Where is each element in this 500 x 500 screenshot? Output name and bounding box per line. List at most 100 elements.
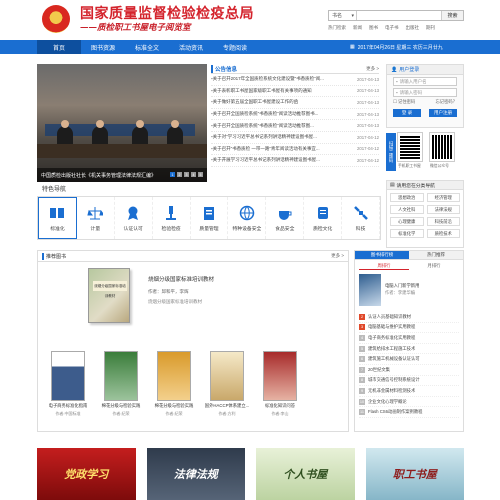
ranking-item[interactable]: 6 建筑施工机械设备认证认可 — [359, 354, 459, 365]
promo-laws[interactable]: 法律法规 — [146, 448, 245, 500]
ranking-item[interactable]: 7 20世纪文集 — [359, 365, 459, 376]
search-scope-select[interactable]: 书名 ▾ — [329, 11, 357, 20]
ranking-item[interactable]: 10 企业文化心理学概论 — [359, 397, 459, 408]
notice-item[interactable]: 关于表彰职工书屋国家级职工书屋有关事项的通知2017-04-13 — [211, 86, 379, 98]
banner-pager: 1 2 3 4 5 — [170, 172, 203, 177]
banner-page-dot[interactable]: 2 — [177, 172, 182, 177]
book-cover — [104, 351, 138, 401]
top-link[interactable]: 热门检索 — [328, 25, 346, 31]
book-cover — [51, 351, 85, 401]
notice-item[interactable]: 关于开展学习习近平总书记系列讲话精神建设图书屋...2017-04-12 — [211, 155, 379, 167]
guide-item[interactable]: 法律法规 — [426, 205, 460, 214]
notice-item[interactable]: 关于召开全国质检系统“书香质检”阅读活动推荐图...2017-04-13 — [211, 120, 379, 132]
tab-hot-recommend[interactable]: 热门推荐 — [409, 251, 463, 260]
feature-metrology[interactable]: 计量 — [77, 197, 115, 239]
book-item[interactable]: 标准化知识问答 作者:李山 — [260, 351, 300, 417]
password-field[interactable]: ▪ 请输入密码 — [393, 88, 457, 97]
feature-special-equipment[interactable]: 特种设备安全 — [228, 197, 267, 239]
guide-grid: 思想政治 经济管理 人文社科 法律法规 心理健康 科技前沿 标准化学 质检技术 — [387, 190, 463, 241]
top-link[interactable]: 期刊 — [426, 25, 435, 31]
book-list: 电子商务标准化指南 作者:中国标准 棉花分级与检验实践 作者:纪荣 棉花分级与检… — [48, 351, 300, 417]
subtab-monthly[interactable]: 月排行 — [409, 262, 459, 270]
top-link[interactable]: 图书 — [369, 25, 378, 31]
nav-item-books[interactable]: 图书资源 — [81, 40, 125, 54]
nav-item-standards[interactable]: 标准全文 — [125, 40, 169, 54]
guide-item[interactable]: 经济管理 — [426, 193, 460, 202]
search-button[interactable]: 搜索 — [441, 11, 463, 20]
book-cover — [210, 351, 244, 401]
nav-item-topics[interactable]: 专题阅读 — [213, 40, 257, 54]
feature-inspection[interactable]: 检验检疫 — [153, 197, 191, 239]
user-icon: 👤 — [391, 66, 398, 73]
banner-page-dot[interactable]: 1 — [170, 172, 175, 177]
promo-staff-library[interactable]: 职工书屋 — [365, 448, 464, 500]
microscope-icon — [166, 205, 177, 220]
guide-item[interactable]: 心理健康 — [390, 217, 424, 226]
promo-party-study[interactable]: 党政学习 — [37, 448, 136, 500]
notice-panel: 公告信息 更多 > 关于召开2017年全国质检系统文化建设暨“书香质检”阅...… — [211, 64, 379, 184]
recommended-more-link[interactable]: 更多 > — [331, 253, 344, 259]
feature-quality[interactable]: 质量管理 — [191, 197, 229, 239]
ranking-top-item[interactable]: 电脑入门新学新用 作者：李建华编 — [355, 272, 463, 312]
promo-personal-library[interactable]: 个人书屋 — [256, 448, 355, 500]
date-display: ▦ 2017年04月26日 星期三 农历三月廿九 — [350, 44, 443, 51]
top-link[interactable]: 电子书 — [385, 25, 399, 31]
featured-book-cover[interactable]: 烧烟分级国家标准培训教材 — [88, 268, 130, 323]
nav-item-news[interactable]: 活动资讯 — [169, 40, 213, 54]
ranking-item[interactable]: 5 建筑给排水工程施工技术 — [359, 344, 459, 355]
feature-food-safety[interactable]: 食品安全 — [266, 197, 305, 239]
guide-item[interactable]: 思想政治 — [390, 193, 424, 202]
notice-item[interactable]: 关于对“学习习近平总书记系列讲话精神建设图书屋...2017-04-12 — [211, 132, 379, 144]
ranking-item[interactable]: 3 电脑基础与维护实用教程 — [359, 323, 459, 334]
qr-code-image — [429, 132, 455, 162]
user-icon: ▪ — [396, 79, 398, 84]
remember-checkbox[interactable]: ☐ 记住密码 — [393, 99, 415, 105]
feature-certification[interactable]: 认证认可 — [115, 197, 153, 239]
ranking-item[interactable]: 4 电子商务标准化实用教程 — [359, 333, 459, 344]
ranking-item[interactable]: 9 无机非金属材料检测技术 — [359, 386, 459, 397]
book-item[interactable]: 电子商务标准化指南 作者:中国标准 — [48, 351, 88, 417]
nav-item-home[interactable]: 首页 — [37, 40, 81, 54]
notice-item[interactable]: 关于召开2017年全国质检系统文化建设暨“书香质检”阅...2017-04-13 — [211, 74, 379, 86]
notice-item[interactable]: 关于召开“书香质检 一带一路”青年阅读活动有关事宜...2017-04-12 — [211, 144, 379, 156]
forgot-password-link[interactable]: 忘记密码？ — [436, 99, 457, 105]
ranking-item[interactable]: 2 认证人员基础知识教材 — [359, 312, 459, 323]
top-link[interactable]: 新闻 — [353, 25, 362, 31]
notice-item[interactable]: 关于召开全国质检系统“书香质检”阅读活动推荐图书...2017-04-13 — [211, 109, 379, 121]
ranking-item[interactable]: 11 Flash CS6动画制作案例教程 — [359, 407, 459, 418]
feature-culture[interactable]: 质检文化 — [304, 197, 343, 239]
header: 国家质量监督检验检疫总局 ——质检职工书屋电子阅览室 书名 ▾ 搜索 热门检索 新… — [0, 0, 500, 40]
book-item[interactable]: 国外HACCP体系建立... 作者:方利 — [205, 351, 249, 417]
guide-item[interactable]: 人文社科 — [390, 205, 424, 214]
clipboard-icon — [204, 206, 214, 220]
site-title: 国家质量监督检验检疫总局 — [80, 6, 254, 22]
top-link[interactable]: 出版社 — [406, 25, 420, 31]
book-cover — [263, 351, 297, 401]
notice-item[interactable]: 关于做好第五届全国职工书屋建设工作的函2017-04-13 — [211, 97, 379, 109]
banner-page-dot[interactable]: 5 — [198, 172, 203, 177]
register-button[interactable]: 用户注册 — [429, 109, 457, 117]
guide-item[interactable]: 科技前沿 — [426, 217, 460, 226]
login-button[interactable]: 登 录 — [393, 109, 421, 117]
book-item[interactable]: 棉花分级与检验实践 作者:纪荣 — [101, 351, 141, 417]
guide-item[interactable]: 质检技术 — [426, 229, 460, 238]
featured-book-info: 烧烟分级国家标准培训教材 作者：邱和平，李辉 烧烟分级国家标准培训教材 — [148, 275, 338, 305]
search-input[interactable] — [357, 11, 441, 20]
username-field[interactable]: ▪ 请输入用户名 — [393, 77, 457, 86]
guide-header: ▤ 请用您在分类导航 — [387, 181, 463, 190]
tab-book-ranking[interactable]: 图书排行榜 — [355, 251, 409, 260]
lock-icon: ▪ — [396, 90, 398, 95]
qr-panel: 扫描二维码 手机职工书屋 微信公众号 — [386, 132, 464, 173]
qr-code-image — [397, 132, 423, 162]
banner-page-dot[interactable]: 4 — [191, 172, 196, 177]
banner-page-dot[interactable]: 3 — [184, 172, 189, 177]
subtab-weekly[interactable]: 周排行 — [359, 262, 409, 270]
banner-slideshow[interactable]: 中国质检出版社社长《机关事务管理法律法规汇编》 1 2 3 4 5 — [37, 64, 207, 182]
feature-standardization[interactable]: 标准化 — [38, 197, 77, 239]
notice-more-link[interactable]: 更多 > — [366, 66, 379, 72]
feature-technology[interactable]: 科技 — [342, 197, 381, 239]
guide-item[interactable]: 标准化学 — [390, 229, 424, 238]
book-item[interactable]: 棉花分级与检验实践 作者:纪荣 — [154, 351, 194, 417]
featured-book-name[interactable]: 烧烟分级国家标准培训教材 — [148, 275, 338, 283]
ranking-item[interactable]: 8 城市交通信号控制系统设计 — [359, 376, 459, 387]
